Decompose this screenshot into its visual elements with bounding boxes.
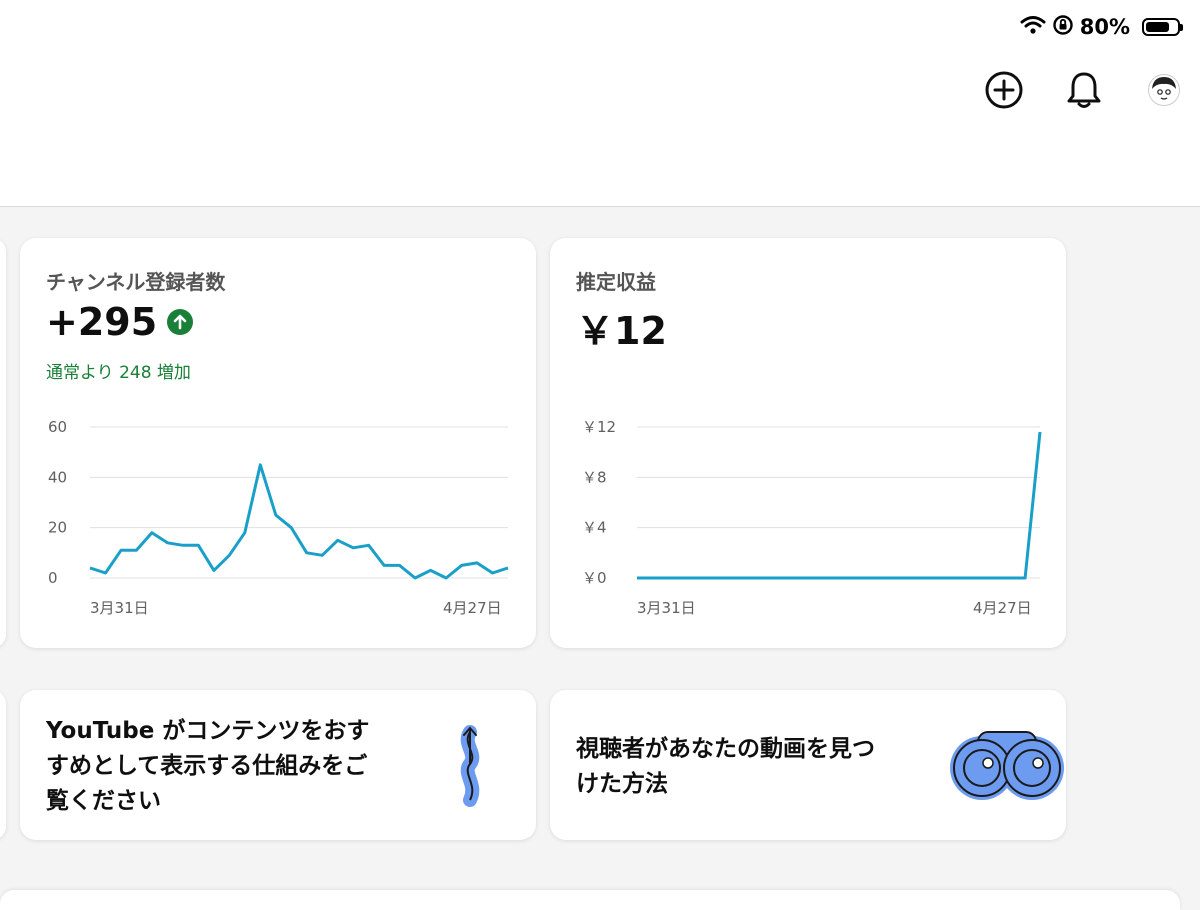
recommendation-promo-card[interactable]: YouTube がコンテンツをおす すめとして表示する仕組みをご 覧ください: [20, 690, 536, 840]
discovery-promo-text: 視聴者があなたの動画を見つ けた方法: [576, 732, 875, 802]
discovery-promo-card[interactable]: 視聴者があなたの動画を見つ けた方法: [550, 690, 1066, 840]
x-tick-label: 4月27日: [973, 599, 1032, 617]
y-tick-label: ￥4: [582, 519, 607, 537]
header-actions: [982, 68, 1186, 112]
binoculars-icon: [950, 731, 1064, 800]
subscribers-value: +295: [46, 300, 158, 344]
subscribers-title: チャンネル登録者数: [46, 270, 226, 294]
subscribers-card[interactable]: チャンネル登録者数 +295 通常より 248 増加 0 20 40 60 3月31日 4…: [20, 238, 536, 648]
avatar: [1148, 74, 1180, 106]
revenue-value: ￥12: [576, 309, 667, 353]
revenue-card[interactable]: 推定収益 ￥12 ￥0 ￥4 ￥8 ￥12 3月31日 4月27日: [550, 238, 1066, 648]
x-tick-label: 4月27日: [443, 599, 502, 617]
y-tick-label: ￥12: [582, 418, 616, 436]
status-bar: 80%: [1020, 12, 1183, 42]
promo-line: けた方法: [576, 771, 668, 797]
previous-promo-edge: [0, 690, 6, 840]
y-tick-label: ￥0: [582, 569, 607, 587]
y-tick-label: 60: [48, 418, 67, 436]
add-circle-icon: [985, 71, 1023, 109]
y-tick-label: 0: [48, 569, 58, 587]
arrow-up-icon: [167, 309, 194, 335]
recommendation-illustration-icon: [460, 725, 480, 807]
promo-line: 覧ください: [46, 788, 161, 814]
promo-line: 視聴者があなたの動画を見つ: [576, 736, 875, 762]
series-line: [89, 463, 509, 580]
y-tick-label: 40: [48, 468, 67, 486]
wifi-icon: [1020, 15, 1046, 40]
notifications-button[interactable]: [1062, 68, 1106, 112]
previous-card-edge: [0, 238, 6, 648]
rotation-lock-icon: [1052, 14, 1074, 41]
account-button[interactable]: [1142, 68, 1186, 112]
promo-line: YouTube がコンテンツをおす: [46, 718, 370, 744]
recommendation-promo-text: YouTube がコンテンツをおす すめとして表示する仕組みをご 覧ください: [46, 714, 369, 819]
bell-icon: [1067, 72, 1101, 108]
battery-fill: [1146, 22, 1170, 32]
revenue-title: 推定収益: [576, 270, 656, 294]
battery-icon: [1142, 18, 1183, 36]
subscribers-value-row: +295: [46, 300, 194, 344]
top-header: 80%: [0, 0, 1200, 207]
revenue-value-row: ￥12: [576, 300, 667, 355]
subscribers-comparison: 通常より 248 増加: [46, 363, 191, 383]
battery-percentage: 80%: [1079, 15, 1130, 39]
x-tick-label: 3月31日: [90, 599, 149, 617]
y-tick-label: 20: [48, 519, 67, 537]
promo-line: すめとして表示する仕組みをご: [46, 753, 368, 779]
subscribers-chart: 0 20 40 60 3月31日 4月27日: [48, 418, 509, 617]
y-tick-label: ￥8: [582, 468, 607, 486]
series-line: [637, 431, 1042, 580]
next-card-edge: [0, 890, 1180, 910]
x-tick-label: 3月31日: [637, 599, 696, 617]
revenue-chart: ￥0 ￥4 ￥8 ￥12 3月31日 4月27日: [582, 418, 1042, 617]
create-button[interactable]: [982, 68, 1026, 112]
